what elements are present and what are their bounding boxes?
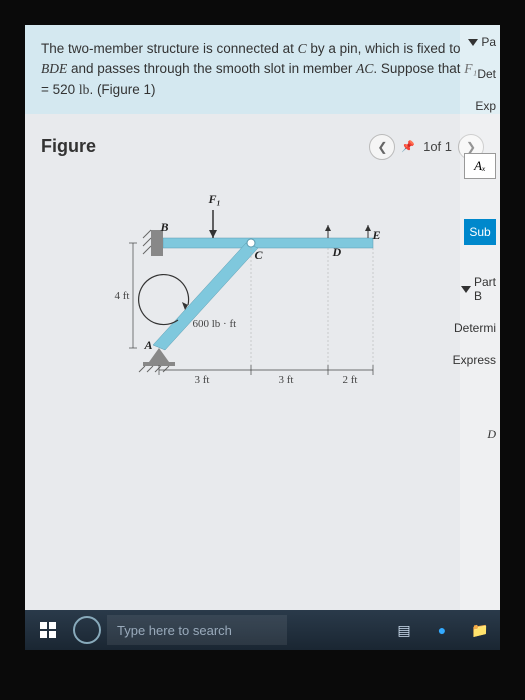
pin-icon: 📌 (401, 140, 415, 153)
problem-text: and passes through the smooth slot in me… (67, 61, 356, 76)
submit-button[interactable]: Sub (464, 219, 496, 245)
windows-taskbar: Type here to search ▤ ● 📁 (25, 610, 500, 650)
label-load: 600 lb · ft (193, 318, 237, 330)
label-b: B (161, 220, 169, 235)
answer-panel: Pa Det Exp Aₓ Sub Part B Determi Express… (460, 25, 500, 610)
express-text-b: Express (464, 353, 496, 367)
part-a-header[interactable]: Pa (464, 35, 496, 49)
label-d2: 3 ft (279, 374, 294, 386)
problem-text: = 520 (41, 82, 79, 97)
answer-dx: D (464, 427, 496, 442)
label-e: E (373, 228, 381, 243)
label-c: C (255, 248, 263, 263)
start-button[interactable] (29, 614, 67, 646)
taskbar-search[interactable]: Type here to search (107, 615, 287, 645)
problem-text: . (Figure 1) (89, 82, 155, 97)
problem-text: . Suppose that (373, 61, 464, 76)
figure-section: Figure ❮ 📌 1of 1 ❯ (25, 114, 500, 400)
figure-prev-button[interactable]: ❮ (369, 134, 395, 160)
caret-down-icon (461, 286, 471, 293)
caret-down-icon (468, 39, 478, 46)
taskview-icon[interactable]: ▤ (388, 616, 420, 644)
edge-icon[interactable]: ● (426, 616, 458, 644)
figure-title: Figure (41, 136, 96, 157)
label-d: D (333, 245, 342, 260)
answer-field-ax[interactable]: Aₓ (464, 153, 496, 179)
label-height: 4 ft (115, 290, 130, 302)
structure-diagram: F₁ B C D E A 600 lb · ft 4 ft 3 ft 3 ft … (103, 190, 423, 390)
var-bde: BDE (41, 61, 67, 76)
determine-text-b: Determi (464, 321, 496, 335)
determine-text: Det (464, 67, 496, 81)
problem-text: by a pin, which is fixed to (307, 41, 461, 56)
cortana-icon[interactable] (73, 616, 101, 644)
nav-total: of 1 (430, 139, 452, 154)
label-d3: 2 ft (343, 374, 358, 386)
var-c: C (298, 41, 307, 56)
folder-icon[interactable]: 📁 (464, 616, 496, 644)
label-d1: 3 ft (195, 374, 210, 386)
unit-lb: lb (79, 82, 90, 97)
part-b-header[interactable]: Part B (464, 275, 496, 303)
var-ac: AC (356, 61, 373, 76)
label-f1: F₁ (209, 192, 221, 207)
label-a: A (145, 338, 153, 353)
problem-text: The two-member structure is connected at (41, 41, 298, 56)
express-text: Exp (464, 99, 496, 113)
search-placeholder: Type here to search (117, 623, 232, 638)
problem-statement: The two-member structure is connected at… (25, 25, 500, 114)
windows-icon (40, 622, 56, 638)
